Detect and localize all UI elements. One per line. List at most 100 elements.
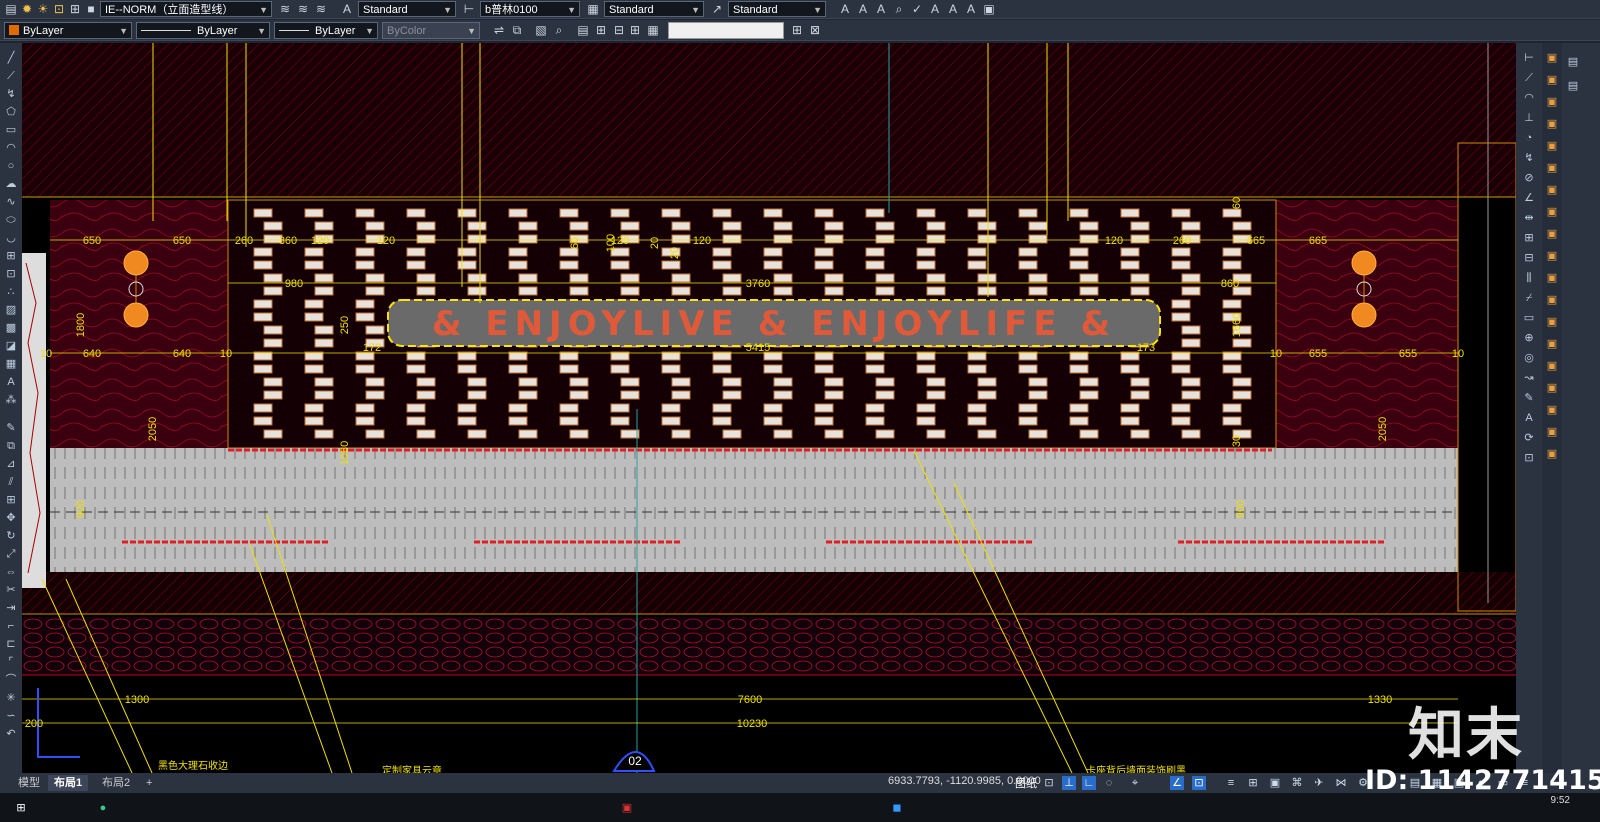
point-icon[interactable]: ∴ bbox=[4, 285, 18, 299]
tolerance-icon[interactable]: ▭ bbox=[1522, 311, 1536, 325]
circle-icon[interactable]: ○ bbox=[4, 159, 18, 173]
gradient-icon[interactable]: ▩ bbox=[4, 321, 18, 335]
palette-icon-1[interactable]: ▤ bbox=[1566, 55, 1580, 69]
polygon-icon[interactable]: ⬠ bbox=[4, 105, 18, 119]
find-text-icon[interactable]: ⌕ bbox=[892, 2, 906, 16]
layer-lock-icon[interactable]: ▣ bbox=[1545, 139, 1559, 153]
multileader-style-dropdown[interactable]: Standard ▼ bbox=[728, 1, 826, 17]
baseline-dim-icon[interactable]: ⊞ bbox=[1522, 231, 1536, 245]
edit-text-icon[interactable]: A bbox=[874, 2, 888, 16]
ortho-icon[interactable]: ⊥ bbox=[1062, 776, 1076, 790]
layer-change-icon[interactable]: ▣ bbox=[1545, 227, 1559, 241]
mirror-icon[interactable]: ⊿ bbox=[4, 457, 18, 471]
center-mark-icon[interactable]: ⊕ bbox=[1522, 331, 1536, 345]
dim-space-icon[interactable]: ⫼ bbox=[1522, 271, 1536, 285]
line-icon[interactable]: ╱ bbox=[4, 51, 18, 65]
add-selected-icon[interactable]: ⁂ bbox=[4, 393, 18, 407]
drawing-canvas[interactable]: & ENJOYLIVE & ENJOYLIFE & 02 650 650 260… bbox=[22, 43, 1516, 773]
break-icon[interactable]: ⌐ bbox=[4, 619, 18, 633]
text-style-dialog-icon[interactable]: A bbox=[928, 2, 942, 16]
text-style-dropdown[interactable]: Standard ▼ bbox=[358, 1, 456, 17]
annotation-icon[interactable]: ▣ bbox=[1268, 776, 1282, 790]
layer-settings-icon[interactable]: ▣ bbox=[1545, 403, 1559, 417]
convert-space-icon[interactable]: ▣ bbox=[982, 2, 996, 16]
arc-icon[interactable]: ◠ bbox=[4, 141, 18, 155]
revcloud-icon[interactable]: ☁ bbox=[4, 177, 18, 191]
tab-layout1[interactable]: 布局1 bbox=[48, 775, 89, 791]
text-icon[interactable]: A bbox=[838, 2, 852, 16]
construction-line-icon[interactable]: ⟋ bbox=[4, 69, 18, 83]
layer-previous-icon[interactable]: ▣ bbox=[1545, 381, 1559, 395]
copy-clip-icon[interactable]: ⧉ bbox=[510, 23, 524, 37]
transparency-icon[interactable]: ⊡ bbox=[1192, 776, 1206, 790]
rectangle-icon[interactable]: ▭ bbox=[4, 123, 18, 137]
table-style-icon[interactable]: ▦ bbox=[586, 2, 600, 16]
array-icon[interactable]: ⊞ bbox=[4, 493, 18, 507]
chamfer-icon[interactable]: ⌜ bbox=[4, 655, 18, 669]
layer-unlock-icon[interactable]: ▣ bbox=[1545, 161, 1559, 175]
object-snap-icon[interactable]: ⌖ bbox=[1128, 776, 1142, 790]
move-icon[interactable]: ✥ bbox=[4, 511, 18, 525]
named-views-icon[interactable]: ⊟ bbox=[612, 23, 626, 37]
aligned-dim-icon[interactable]: ⟋ bbox=[1522, 71, 1536, 85]
layer-color-icon[interactable]: ■ bbox=[84, 2, 98, 16]
plotstyle-dropdown[interactable]: ByColor ▼ bbox=[382, 22, 480, 39]
ucs-icon[interactable]: ⊞ bbox=[790, 23, 804, 37]
make-block-icon[interactable]: ⊡ bbox=[4, 267, 18, 281]
layer-freeze-icon[interactable]: ▣ bbox=[1545, 95, 1559, 109]
spline-icon[interactable]: ∿ bbox=[4, 195, 18, 209]
polyline-icon[interactable]: ↯ bbox=[4, 87, 18, 101]
continue-dim-icon[interactable]: ⊟ bbox=[1522, 251, 1536, 265]
layer-thaw-icon[interactable]: ▣ bbox=[1545, 271, 1559, 285]
match-properties-icon[interactable]: ⇌ bbox=[492, 23, 506, 37]
arc-length-icon[interactable]: ◠ bbox=[1522, 91, 1536, 105]
start-menu-icon[interactable]: ⊞ bbox=[14, 801, 28, 815]
annovisibility-icon[interactable]: ⋈ bbox=[1334, 776, 1348, 790]
zoom-window-icon[interactable]: ⌕ bbox=[552, 23, 566, 37]
jogged-dim-icon[interactable]: ↯ bbox=[1522, 151, 1536, 165]
table-style-dropdown[interactable]: Standard ▼ bbox=[604, 1, 704, 17]
osnap-tracking-icon[interactable]: ◌ bbox=[1102, 776, 1116, 790]
workspace-icon[interactable]: ⌘ bbox=[1290, 776, 1304, 790]
erase-icon[interactable]: ✎ bbox=[4, 421, 18, 435]
inspection-icon[interactable]: ◎ bbox=[1522, 351, 1536, 365]
mtext-icon[interactable]: A bbox=[856, 2, 870, 16]
ellipse-arc-icon[interactable]: ◡ bbox=[4, 231, 18, 245]
layer-iso-icon[interactable]: ≋ bbox=[314, 2, 328, 16]
layer-isolate-icon[interactable]: ▣ bbox=[1545, 315, 1559, 329]
justify-text-icon[interactable]: A bbox=[964, 2, 978, 16]
angular-dim-icon[interactable]: ∠ bbox=[1522, 191, 1536, 205]
insert-block-icon[interactable]: ⊞ bbox=[4, 249, 18, 263]
tab-layout2[interactable]: 布局2 bbox=[96, 775, 136, 791]
layer-match-icon[interactable]: ▣ bbox=[1545, 359, 1559, 373]
layout-icon[interactable]: ▦ bbox=[646, 23, 660, 37]
linear-dim-icon[interactable]: ⊢ bbox=[1522, 51, 1536, 65]
region-icon[interactable]: ◪ bbox=[4, 339, 18, 353]
close-panel-icon[interactable]: ⊠ bbox=[808, 23, 822, 37]
layer-unisolate-icon[interactable]: ▣ bbox=[1545, 337, 1559, 351]
selection-cycling-icon[interactable]: ≡ bbox=[1224, 776, 1238, 790]
tile-icon[interactable]: ⊞ bbox=[628, 23, 642, 37]
annotation-scale-icon[interactable]: ✈ bbox=[1312, 776, 1326, 790]
layer-properties-icon[interactable]: ▤ bbox=[4, 2, 18, 16]
bulb-icon[interactable]: ✹ bbox=[20, 2, 34, 16]
lock-icon[interactable]: ⊡ bbox=[52, 2, 66, 16]
fillet-icon[interactable]: ⌒ bbox=[4, 673, 18, 687]
trim-icon[interactable]: ✂ bbox=[4, 583, 18, 597]
layer-delete-icon[interactable]: ▣ bbox=[1545, 205, 1559, 219]
snap-icon[interactable]: ⊡ bbox=[1042, 776, 1056, 790]
layer-previous-icon[interactable]: ≋ bbox=[278, 2, 292, 16]
multileader-style-icon[interactable]: ↗ bbox=[710, 2, 724, 16]
scale-icon[interactable]: ⤢ bbox=[4, 547, 18, 561]
linetype-dropdown[interactable]: ByLayer ▼ bbox=[136, 22, 270, 39]
dim-update-icon[interactable]: ⟳ bbox=[1522, 431, 1536, 445]
text-style-icon[interactable]: A bbox=[340, 2, 354, 16]
explode-icon[interactable]: ✳ bbox=[4, 691, 18, 705]
lineweight-icon[interactable]: ∠ bbox=[1170, 776, 1184, 790]
sun-icon[interactable]: ☀ bbox=[36, 2, 50, 16]
layer-off-icon[interactable]: ▣ bbox=[1545, 117, 1559, 131]
dim-break-icon[interactable]: ⌿ bbox=[1522, 291, 1536, 305]
table-icon[interactable]: ▦ bbox=[4, 357, 18, 371]
layer-copy-icon[interactable]: ▣ bbox=[1545, 249, 1559, 263]
layer-translate-icon[interactable]: ▣ bbox=[1545, 425, 1559, 439]
